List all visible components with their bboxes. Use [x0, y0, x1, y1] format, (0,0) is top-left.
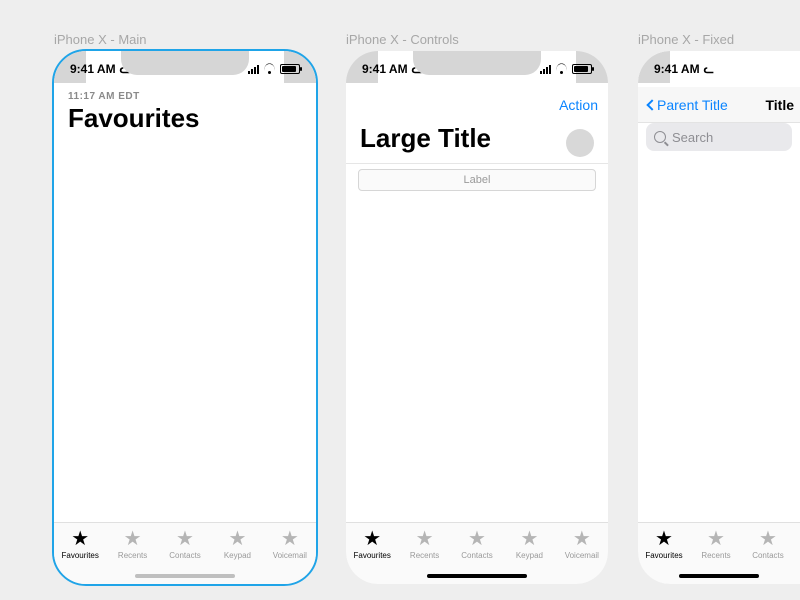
chevron-left-icon: [646, 99, 657, 110]
tab-voicemail[interactable]: ★ Voicemail: [264, 523, 316, 584]
tab-label: Contacts: [169, 551, 201, 560]
nav-back-label: Parent Title: [657, 97, 728, 113]
search-input[interactable]: Search: [646, 123, 792, 151]
location-icon: ᓚ: [704, 63, 714, 75]
nav-action-button[interactable]: Action: [559, 97, 598, 113]
tab-favourites[interactable]: ★ Favourites: [54, 523, 106, 584]
star-icon: ★: [124, 529, 142, 549]
status-bar: 9:41 AM ᓚ: [638, 51, 800, 87]
device-notch: [413, 51, 541, 75]
home-indicator[interactable]: [135, 574, 235, 578]
star-icon: ★: [363, 529, 381, 549]
status-time: 9:41 AM: [70, 62, 116, 76]
tab-label: Favourites: [62, 551, 99, 560]
tab-label: Contacts: [461, 551, 493, 560]
tab-label: Contacts: [752, 551, 784, 560]
header-subtime: 11:17 AM EDT: [68, 91, 140, 102]
cellular-icon: [540, 64, 551, 74]
tab-label: Voicemail: [565, 551, 599, 560]
tab-label: Favourites: [354, 551, 391, 560]
search-icon: [654, 131, 666, 143]
star-icon: ★: [655, 529, 673, 549]
frame-label-fixed: iPhone X - Fixed: [638, 32, 734, 47]
avatar[interactable]: [566, 129, 594, 157]
star-icon: ★: [520, 529, 538, 549]
nav-title: Title: [765, 97, 794, 113]
artboard-fixed[interactable]: 9:41 AM ᓚ Parent Title Title Search ★ Fav…: [638, 51, 800, 584]
tab-label: Keypad: [224, 551, 251, 560]
tab-label: Recents: [701, 551, 730, 560]
page-title: Large Title: [360, 123, 491, 154]
nav-bar: Action: [346, 87, 608, 123]
tab-label: Voicemail: [273, 551, 307, 560]
wifi-icon: [263, 64, 276, 74]
battery-icon: [572, 64, 592, 74]
tab-label: Favourites: [645, 551, 682, 560]
tab-favourites[interactable]: ★ Favourites: [346, 523, 398, 584]
battery-icon: [280, 64, 300, 74]
artboard-main[interactable]: 9:41 AM ᓚ 11:17 AM EDT Favourites ★Favou…: [54, 51, 316, 584]
home-indicator[interactable]: [679, 574, 759, 578]
star-icon: ★: [707, 529, 725, 549]
star-icon: ★: [573, 529, 591, 549]
nav-bar: Parent Title Title: [638, 87, 800, 123]
tab-label: Recents: [410, 551, 439, 560]
star-icon: ★: [228, 529, 246, 549]
design-canvas: iPhone X - Main iPhone X - Controls iPho…: [0, 0, 800, 600]
tab-label: Recents: [118, 551, 147, 560]
tab-voicemail[interactable]: ★ Voicemail: [556, 523, 608, 584]
home-indicator[interactable]: [427, 574, 527, 578]
frame-label-controls: iPhone X - Controls: [346, 32, 459, 47]
frame-label-main: iPhone X - Main: [54, 32, 147, 47]
status-time: 9:41 AM: [362, 62, 408, 76]
divider: [346, 163, 608, 164]
status-time: 9:41 AM: [654, 62, 700, 76]
star-icon: ★: [176, 529, 194, 549]
segment-label: Label: [464, 174, 491, 186]
star-icon: ★: [416, 529, 434, 549]
star-icon: ★: [759, 529, 777, 549]
page-title: Favourites: [68, 103, 200, 134]
artboard-controls[interactable]: 9:41 AM ᓚ Action Large Title Label ★Favo…: [346, 51, 608, 584]
star-icon: ★: [281, 529, 299, 549]
tab-label: Keypad: [516, 551, 543, 560]
cellular-icon: [248, 64, 259, 74]
device-notch: [121, 51, 249, 75]
star-icon: ★: [71, 529, 89, 549]
search-placeholder: Search: [672, 130, 713, 145]
wifi-icon: [555, 64, 568, 74]
segmented-control[interactable]: Label: [358, 169, 596, 191]
star-icon: ★: [468, 529, 486, 549]
